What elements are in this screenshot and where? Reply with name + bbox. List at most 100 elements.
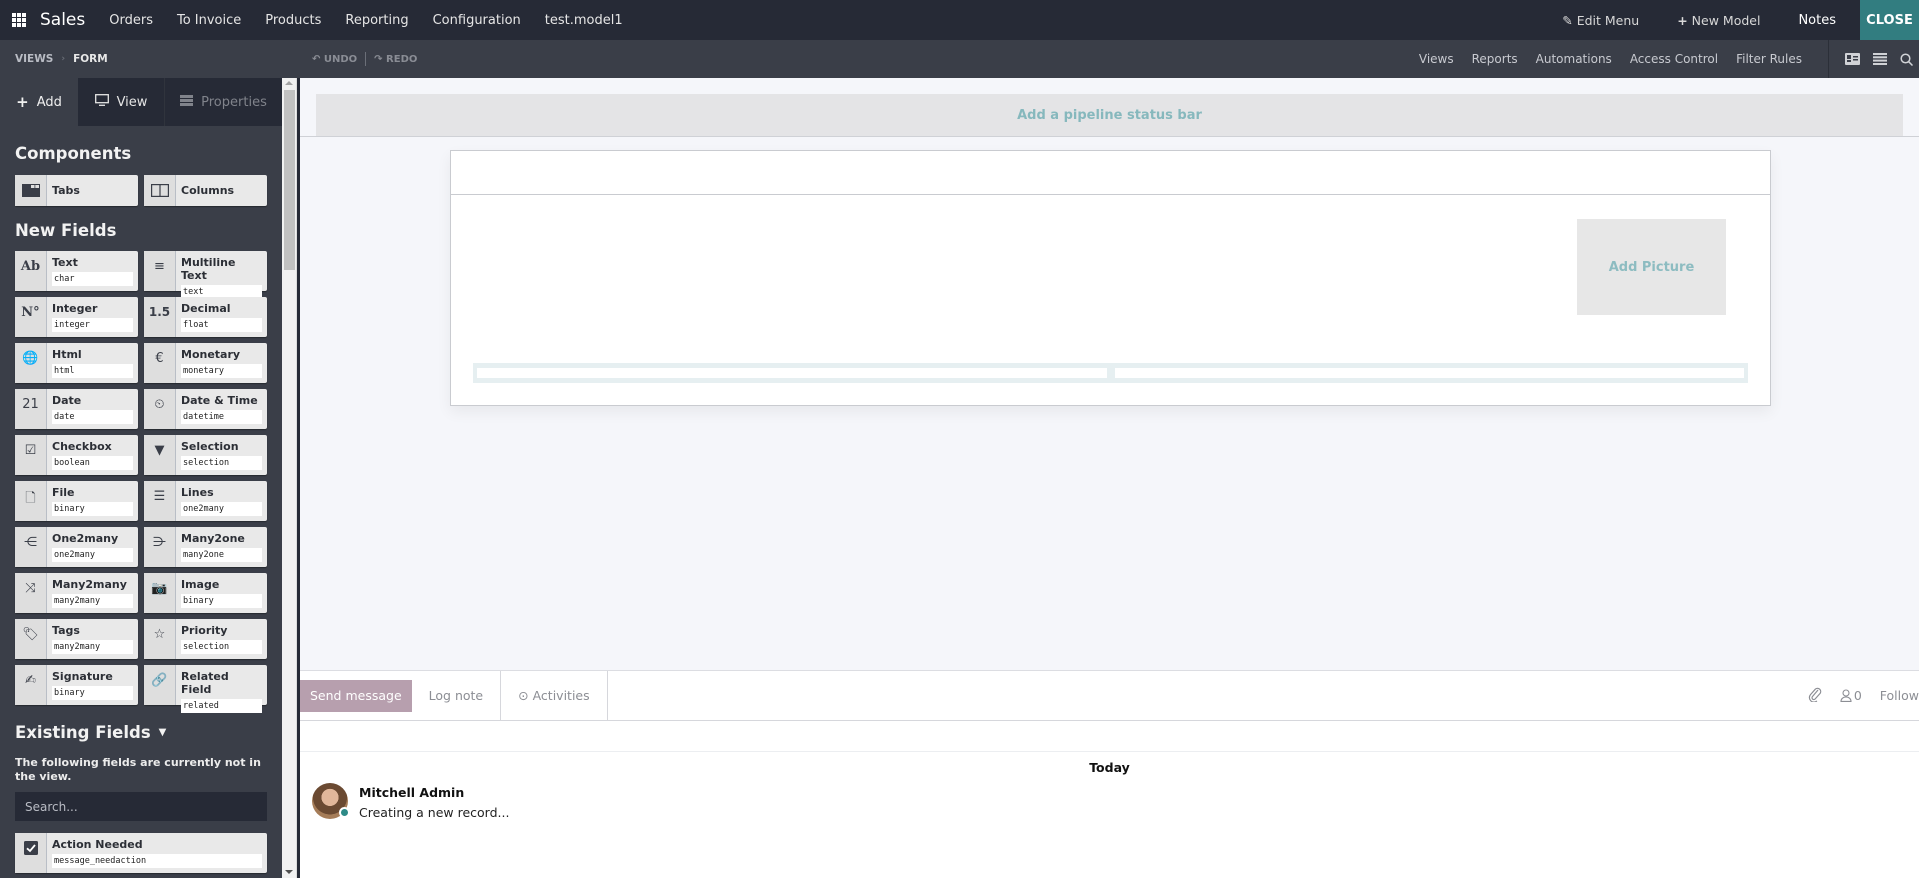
field-priority[interactable]: ☆ Priority selection	[144, 619, 267, 659]
menu-to-invoice[interactable]: To Invoice	[177, 13, 241, 28]
group-dropzone-left[interactable]	[477, 368, 1107, 378]
decimal-icon: 1.5	[144, 297, 176, 337]
undo-label: UNDO	[323, 53, 358, 65]
app-name[interactable]: Sales	[40, 10, 85, 30]
undo-button[interactable]: ↶ UNDO	[312, 54, 357, 65]
message-author[interactable]: Mitchell Admin	[359, 785, 509, 800]
studio-sidebar: + Add View Properties Components Tabs Co…	[0, 78, 282, 878]
message-body: Creating a new record...	[359, 805, 510, 820]
plus-icon: +	[16, 93, 29, 111]
field-technical-type: selection	[181, 456, 262, 470]
log-note-button[interactable]: Log note	[412, 680, 500, 712]
sidebar-scrollbar[interactable]	[282, 78, 297, 878]
field-technical-type: related	[181, 699, 262, 713]
field-decimal[interactable]: 1.5 Decimal float	[144, 297, 267, 337]
existing-fields-note: The following fields are currently not i…	[15, 756, 261, 783]
field-signature[interactable]: ✍ Signature binary	[15, 665, 138, 705]
scrollbar-thumb[interactable]	[284, 90, 295, 270]
existing-fields-toggle[interactable]: Existing Fields ▼	[15, 723, 282, 742]
add-pipeline-status-bar[interactable]: Add a pipeline status bar	[316, 94, 1903, 136]
avatar[interactable]	[312, 783, 350, 819]
edit-menu-button[interactable]: ✎ Edit Menu	[1562, 13, 1639, 28]
group-dropzone-right[interactable]	[1114, 368, 1744, 378]
followers-button[interactable]: 0	[1840, 688, 1862, 703]
field-selection[interactable]: ▼ Selection selection	[144, 435, 267, 475]
close-button[interactable]: CLOSE	[1860, 0, 1919, 40]
existing-fields-search-input[interactable]	[15, 792, 267, 821]
component-tabs[interactable]: Tabs	[15, 175, 138, 206]
field-integer[interactable]: N° Integer integer	[15, 297, 138, 337]
notes-button[interactable]: Notes	[1798, 13, 1836, 28]
calendar-icon: 21	[15, 389, 47, 429]
field-lines[interactable]: ☰ Lines one2many	[144, 481, 267, 521]
form-view-icon[interactable]	[1845, 53, 1860, 65]
edit-menu-label: Edit Menu	[1576, 12, 1640, 28]
field-label: Monetary	[181, 348, 241, 361]
component-columns[interactable]: Columns	[144, 175, 267, 206]
field-multiline-text[interactable]: ≡ Multiline Text text	[144, 251, 267, 299]
menu-configuration[interactable]: Configuration	[433, 13, 521, 28]
field-date[interactable]: 21 Date date	[15, 389, 138, 429]
apps-grid-icon[interactable]	[12, 13, 26, 27]
scroll-down-icon[interactable]	[285, 870, 293, 874]
menu-orders[interactable]: Orders	[109, 13, 153, 28]
date-separator: Today	[1089, 760, 1130, 775]
menu-reporting[interactable]: Reporting	[345, 13, 408, 28]
tab-add[interactable]: + Add	[0, 78, 78, 126]
field-technical-type: one2many	[181, 502, 262, 516]
field-file[interactable]: 🗋 File binary	[15, 481, 138, 521]
menu-test-model1[interactable]: test.model1	[545, 13, 623, 28]
views-link[interactable]: Views	[1419, 52, 1454, 66]
many2many-icon: ⤨	[15, 573, 47, 613]
reports-link[interactable]: Reports	[1472, 52, 1518, 66]
tab-view[interactable]: View	[78, 78, 165, 126]
filter-rules-link[interactable]: Filter Rules	[1736, 52, 1802, 66]
field-label: Date	[52, 394, 82, 407]
new-model-button[interactable]: + New Model	[1677, 13, 1760, 28]
add-picture-button[interactable]: Add Picture	[1577, 219, 1726, 315]
field-date-time[interactable]: ⏲ Date & Time datetime	[144, 389, 267, 429]
list-icon: ☰	[144, 481, 176, 521]
send-message-button[interactable]: Send message	[300, 679, 412, 712]
field-one2many[interactable]: ⋲ One2many one2many	[15, 527, 138, 567]
field-html[interactable]: 🌐 Html html	[15, 343, 138, 383]
paperclip-icon[interactable]	[1808, 686, 1822, 705]
field-many2many[interactable]: ⤨ Many2many many2many	[15, 573, 138, 613]
redo-button[interactable]: ↷ REDO	[374, 54, 417, 65]
breadcrumb-views[interactable]: VIEWS	[15, 53, 53, 65]
follow-button[interactable]: Follow	[1880, 688, 1919, 703]
sheet-header[interactable]	[451, 151, 1770, 195]
field-image[interactable]: 📷 Image binary	[144, 573, 267, 613]
form-editor-canvas: Add a pipeline status bar Add Picture Se…	[300, 78, 1919, 878]
component-label: Columns	[181, 184, 235, 197]
activities-button[interactable]: ⊙ Activities	[500, 670, 608, 721]
online-status-icon	[339, 807, 350, 818]
field-technical-type: many2many	[52, 594, 133, 608]
scroll-up-icon[interactable]	[285, 81, 293, 85]
field-label: Priority	[181, 624, 228, 637]
field-checkbox[interactable]: ☑ Checkbox boolean	[15, 435, 138, 475]
multiline-icon: ≡	[144, 251, 176, 291]
properties-icon	[180, 94, 194, 110]
list-view-icon[interactable]	[1873, 53, 1887, 65]
field-label: Action Needed	[52, 838, 143, 851]
many2one-icon: ⋺	[144, 527, 176, 567]
existing-field-action-needed[interactable]: Action Needed message_needaction	[15, 833, 267, 873]
field-technical-type: many2many	[52, 640, 133, 654]
tab-properties[interactable]: Properties	[165, 78, 282, 126]
field-label: Related Field	[181, 670, 229, 696]
automations-link[interactable]: Automations	[1536, 52, 1612, 66]
field-label: Text	[52, 256, 78, 269]
field-tags[interactable]: 🏷 Tags many2many	[15, 619, 138, 659]
access-control-link[interactable]: Access Control	[1630, 52, 1718, 66]
field-monetary[interactable]: € Monetary monetary	[144, 343, 267, 383]
field-related-field[interactable]: 🔗 Related Field related	[144, 665, 267, 713]
field-many2one[interactable]: ⋺ Many2one many2one	[144, 527, 267, 567]
file-icon: 🗋	[15, 481, 47, 521]
integer-icon: N°	[15, 297, 47, 337]
search-icon[interactable]	[1900, 52, 1913, 66]
camera-icon: 📷	[144, 573, 176, 613]
field-text[interactable]: Ab Text char	[15, 251, 138, 291]
followers-count: 0	[1853, 688, 1862, 703]
menu-products[interactable]: Products	[265, 13, 321, 28]
